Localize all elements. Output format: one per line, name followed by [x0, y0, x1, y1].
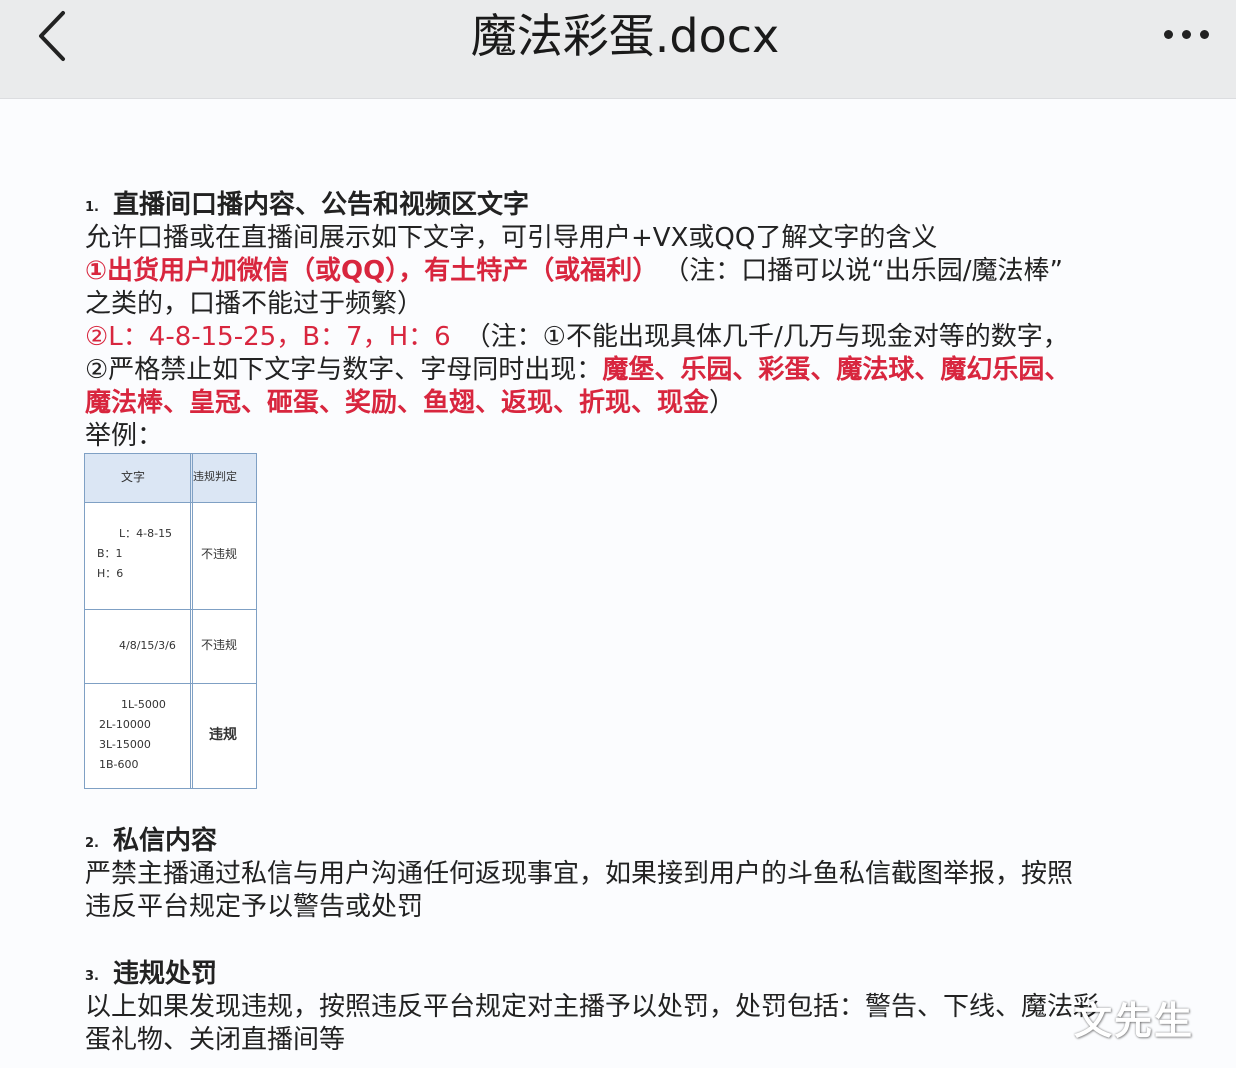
table-header-text: 文字 [121, 470, 146, 484]
section1-title: 直播间口播内容、公告和视频区文字 [112, 190, 529, 220]
table-cell-result: 违规 [209, 727, 237, 743]
table-cell-text: 1L-5000 [121, 698, 166, 711]
item1-note: （注：口播可以说“出乐园/魔法棒” [676, 256, 1063, 286]
item2-note: （注：①不能出现具体几千/几万与现金对等的数字， [464, 322, 1069, 352]
section1-item4: 魔法棒、皇冠、砸蛋、奖励、鱼翅、返现、折现、现金） [85, 387, 735, 419]
table-divider [190, 454, 191, 788]
item2-red-text: ②L：4-8-15-25，B：7，H：6 [85, 322, 451, 352]
table-divider [85, 683, 256, 684]
table-cell-text: 2L-10000 [99, 718, 151, 731]
section1-item1-cont: 之类的，口播不能过于频繁） [85, 289, 424, 319]
item3-banned-words: 魔堡、乐园、彩蛋、魔法球、魔幻乐园、 [602, 355, 1071, 385]
back-button[interactable] [22, 6, 82, 66]
more-button[interactable] [1150, 14, 1222, 54]
section2-line2: 违反平台规定予以警告或处罚 [85, 892, 424, 922]
table-cell-text: 4/8/15/3/6 [119, 639, 176, 652]
section1-number: 1. [85, 200, 99, 215]
table-cell-result: 不违规 [201, 638, 238, 652]
top-bar: 魔法彩蛋.docx [0, 0, 1236, 99]
item4-banned-words: 魔法棒、皇冠、砸蛋、奖励、鱼翅、返现、折现、现金 [85, 388, 710, 418]
section2-line1: 严禁主播通过私信与用户沟通任何返现事宜，如果接到用户的斗鱼私信截图举报，按照 [85, 859, 1074, 889]
item4-close: ） [709, 388, 736, 418]
section2-title: 私信内容 [112, 826, 217, 856]
table-cell-text: B：1 [97, 547, 123, 560]
example-table: 文字 违规判定 L：4-8-15 B：1 H：6 不违规 4/8/15/3/6 … [84, 453, 257, 789]
chevron-left-icon [39, 11, 65, 61]
example-label: 举例： [85, 421, 164, 451]
table-header-result: 违规判定 [193, 470, 237, 483]
section1-item3: ②严格禁止如下文字与数字、字母同时出现：魔堡、乐园、彩蛋、魔法球、魔幻乐园、 [85, 354, 1070, 386]
section1-item1: ①出货用户加微信（或QQ），有土特产（或福利） （注：口播可以说“出乐园/魔法棒” [85, 255, 1063, 287]
section1-intro: 允许口播或在直播间展示如下文字，可引导用户+VX或QQ了解文字的含义 [85, 223, 938, 253]
table-cell-text: 3L-15000 [99, 738, 151, 751]
section2-number: 2. [85, 836, 99, 851]
more-dot [1199, 29, 1209, 39]
section3-line1: 以上如果发现违规，按照违反平台规定对主播予以处罚，处罚包括：警告、下线、魔法彩 [85, 992, 1100, 1022]
table-divider [85, 609, 256, 610]
table-cell-text: 1B-600 [99, 758, 139, 771]
table-cell-result: 不违规 [201, 547, 238, 561]
table-cell-text: L：4-8-15 [119, 527, 173, 540]
table-cell-text: H：6 [97, 567, 124, 580]
document-title: 魔法彩蛋.docx [470, 9, 780, 63]
item1-red-text: ①出货用户加微信（或QQ），有土特产（或福利） [85, 256, 659, 286]
watermark: 文先生 [1074, 999, 1195, 1043]
section1-heading: 1. 直播间口播内容、公告和视频区文字 [85, 189, 529, 224]
more-horizontal-icon [1163, 29, 1173, 39]
item3-lead: ②严格禁止如下文字与数字、字母同时出现： [85, 355, 603, 385]
section1-item2: ②L：4-8-15-25，B：7，H：6 （注：①不能出现具体几千/几万与现金对等… [85, 321, 1069, 353]
section3-number: 3. [85, 969, 99, 984]
more-dot [1181, 29, 1191, 39]
section3-heading: 3. 违规处罚 [85, 958, 217, 993]
table-divider [192, 454, 193, 788]
section3-title: 违规处罚 [112, 959, 217, 989]
section3-line2: 蛋礼物、关闭直播间等 [85, 1025, 346, 1055]
section2-heading: 2. 私信内容 [85, 825, 217, 860]
